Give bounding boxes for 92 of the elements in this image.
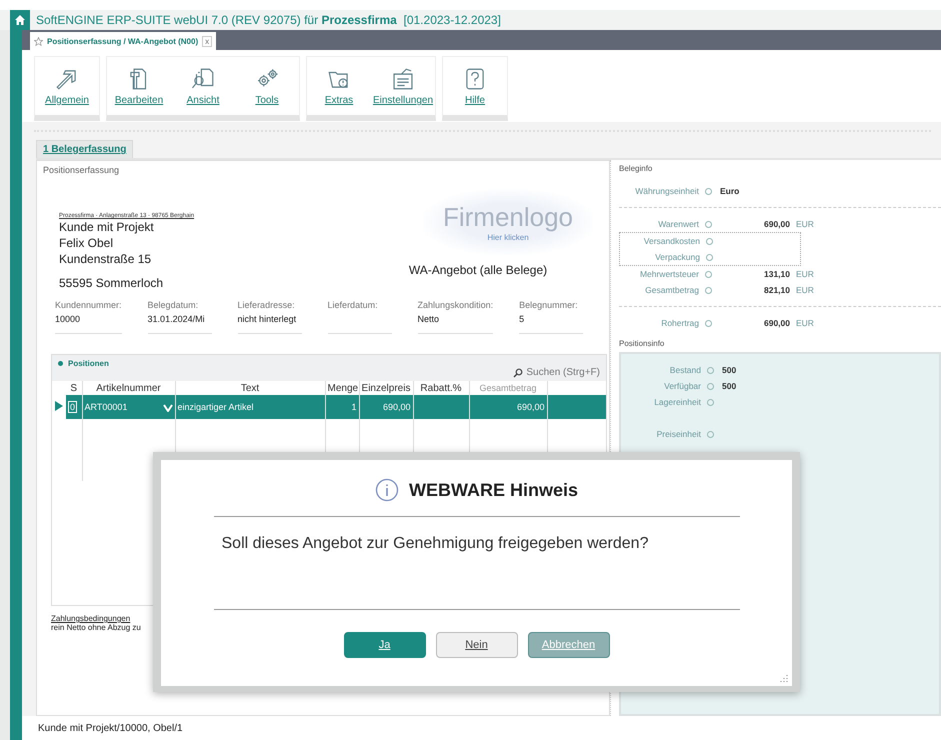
unit-label: EUR [796, 285, 814, 295]
info-label: Warenwert [657, 219, 699, 229]
info-label: Bestand [668, 365, 701, 375]
bullet-icon [58, 361, 63, 366]
table-cell: 690,00 [382, 402, 410, 412]
info-label: Währungseinheit [634, 186, 699, 196]
circle-icon [705, 270, 712, 278]
payment-terms-link[interactable]: Zahlungsbedingungen [51, 614, 130, 623]
info-label: Gesamtbetrag [644, 285, 699, 295]
dialog-button[interactable]: Nein [436, 632, 518, 658]
resize-grip-icon[interactable] [779, 673, 789, 683]
search-icon [513, 368, 524, 378]
circle-icon [705, 188, 712, 194]
chevron-down-icon[interactable] [162, 404, 172, 412]
toolbar-button[interactable]: Einstellungen [371, 57, 435, 115]
toolbar-button[interactable]: Allgemein [35, 57, 99, 115]
info-icon [374, 478, 399, 502]
circle-icon [707, 366, 714, 374]
toolbar-button[interactable]: Hilfe [443, 57, 507, 115]
table-cell: ART00001 [84, 402, 128, 412]
field-label: Belegnummer: [519, 300, 579, 310]
table-cell: 0 [68, 401, 78, 413]
address-line: 55595 Sommerloch [59, 276, 164, 290]
field-value[interactable]: 31.01.2024/Mi [148, 314, 212, 334]
field-label: Belegdatum: [148, 300, 200, 310]
field-value[interactable]: 10000 [55, 314, 122, 334]
unit-label: EUR [796, 219, 814, 229]
info-label: Verfügbar [663, 381, 701, 391]
section-tab[interactable]: 1 Belegerfassung [36, 140, 134, 158]
field-label: Lieferdatum: [328, 300, 379, 310]
home-icon [14, 14, 26, 26]
info-label: Mehrwertsteuer [638, 269, 699, 279]
circle-icon [707, 398, 714, 406]
address-line: Kundenstraße 15 [59, 251, 152, 267]
toolbar-button[interactable]: Ansicht [171, 57, 235, 115]
circle-icon [705, 220, 712, 228]
info-value: 500 [722, 365, 736, 375]
toolbar-button[interactable]: Tools [235, 57, 299, 115]
info-value: 500 [722, 381, 736, 391]
table-row[interactable]: 0 ART00001 einzigartiger Artikel 1 690,00 690,00 [52, 395, 606, 419]
circle-icon [706, 238, 713, 244]
dialog-message: Soll dieses Angebot zur Genehmigung freigegeben werden? [222, 535, 648, 552]
field-label: Lieferadresse: [238, 300, 296, 310]
document-tab[interactable]: Positionserfassung / WA-Angebot (N00) x [30, 32, 216, 50]
info-label: Preiseinheit [656, 429, 701, 439]
info-value: 131,10 [763, 269, 790, 279]
status-text: Kunde mit Projekt/10000, Obel/1 [22, 716, 941, 740]
address-line: Kunde mit Projekt [59, 219, 155, 235]
info-value: 690,00 [763, 219, 790, 229]
document-title: WA-Angebot (alle Belege) [408, 263, 548, 277]
address-line: Felix Obel [59, 235, 114, 251]
field-value[interactable]: nicht hinterlegt [238, 314, 302, 334]
toolbar-button[interactable]: Extras [307, 57, 371, 115]
table-cell: 690,00 [516, 402, 544, 412]
info-label: Lagereinheit [653, 397, 701, 407]
section-title: Positionsinfo [619, 339, 666, 348]
info-label: Versandkosten [642, 236, 700, 246]
circle-icon [706, 254, 713, 260]
section-title: Beleginfo [619, 164, 654, 173]
circle-icon [707, 382, 714, 390]
close-button[interactable]: x [202, 36, 212, 46]
table-cell: 1 [351, 402, 356, 412]
row-pointer-icon [54, 400, 64, 412]
home-button[interactable] [10, 10, 30, 30]
info-label: Rohertrag [660, 318, 699, 328]
tab-title: Positionserfassung / WA-Angebot (N00) [47, 36, 198, 46]
circle-icon [705, 320, 712, 326]
logo-placeholder[interactable]: Firmenlogo Hier klicken [423, 189, 593, 255]
field-value[interactable]: Netto [418, 314, 494, 334]
payment-terms-text: rein Netto ohne Abzug zu [51, 623, 141, 632]
circle-icon [705, 286, 712, 294]
grid-title: Positionen [68, 359, 109, 368]
dialog-button[interactable]: Ja [344, 632, 426, 658]
field-label: Kundennummer: [55, 300, 122, 310]
table-cell: einzigartiger Artikel [178, 402, 254, 412]
info-value: Euro [720, 186, 740, 196]
window-title: SoftENGINE ERP-SUITE webUI 7.0 (REV 92075) für Prozessfirma [01.2023-12.2023] [36, 13, 501, 27]
unit-label: EUR [796, 318, 814, 328]
info-label: Verpackung [654, 252, 700, 262]
logo-link[interactable]: Hier klicken [487, 233, 529, 242]
logo-text: Firmenlogo [442, 202, 574, 233]
search-field[interactable]: Suchen (Strg+F) [513, 367, 600, 378]
field-value[interactable]: 5 [519, 314, 584, 334]
info-value: 690,00 [763, 318, 790, 328]
field-label: Zahlungskondition: [418, 300, 494, 310]
toolbar-button[interactable]: Bearbeiten [107, 57, 171, 115]
dialog-title: WEBWARE Hinweis [408, 480, 578, 500]
info-value: 821,10 [763, 285, 790, 295]
circle-icon [707, 430, 714, 438]
star-icon [34, 36, 43, 46]
unit-label: EUR [796, 269, 814, 279]
panel-title: Positionserfassung [43, 165, 120, 175]
